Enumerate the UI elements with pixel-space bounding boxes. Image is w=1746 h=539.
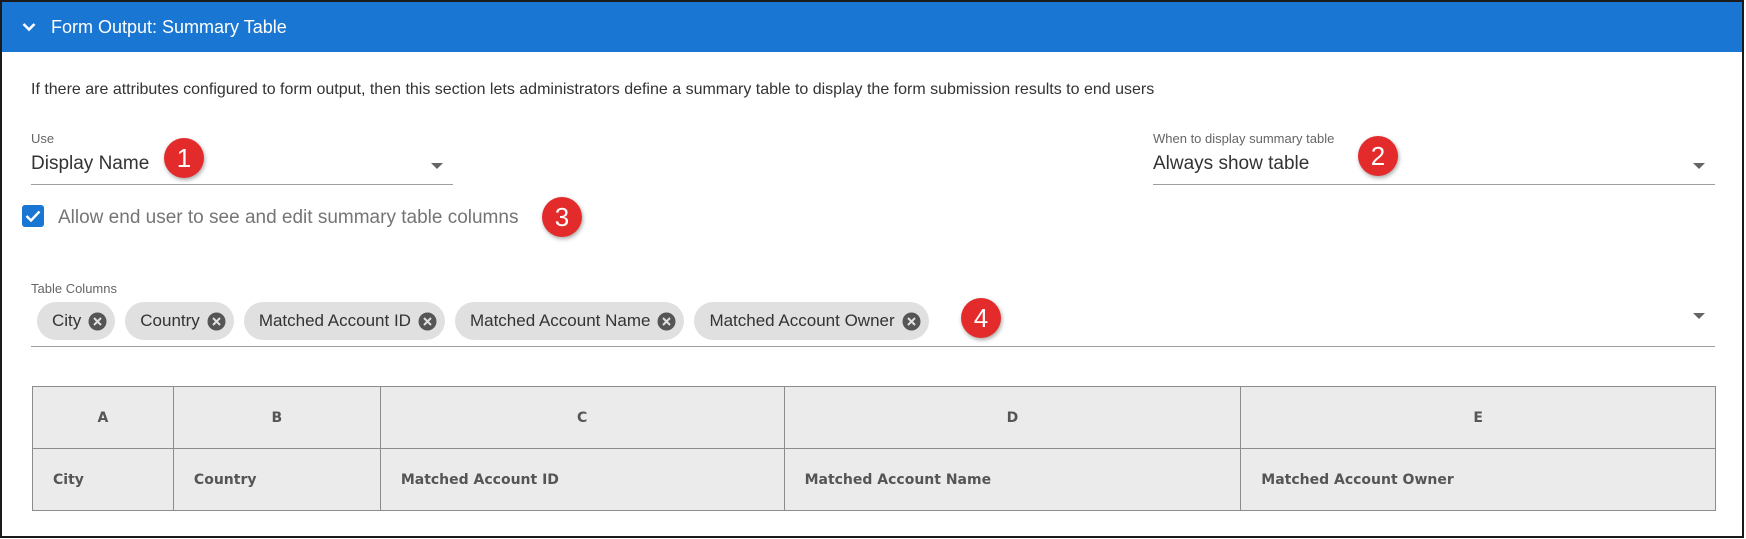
form-output-panel: Form Output: Summary Table If there are … <box>0 0 1744 538</box>
column-chips: City Country Matched Account ID Matched … <box>37 302 929 340</box>
edit-columns-checkbox[interactable] <box>22 205 44 227</box>
chip-matched-account-owner[interactable]: Matched Account Owner <box>694 302 929 340</box>
callout-badge-4: 4 <box>961 298 1001 338</box>
column-header[interactable]: D <box>783 386 1242 449</box>
close-circle-icon[interactable] <box>88 312 107 331</box>
table-cell: Matched Account Name <box>783 448 1242 511</box>
table-cell: City <box>32 448 174 511</box>
chevron-down-icon[interactable] <box>20 18 38 36</box>
use-field-label: Use <box>31 131 55 146</box>
section-title: Form Output: Summary Table <box>51 16 287 37</box>
checkmark-icon <box>25 210 41 223</box>
section-description: If there are attributes configured to fo… <box>31 81 1155 98</box>
chip-matched-account-name[interactable]: Matched Account Name <box>454 302 685 340</box>
close-circle-icon[interactable] <box>902 312 921 331</box>
table-cell: Matched Account ID <box>379 448 785 511</box>
table-header-row: A B C D E <box>32 386 1716 449</box>
table-columns-label: Table Columns <box>31 281 117 296</box>
column-header[interactable]: A <box>32 386 174 449</box>
close-circle-icon[interactable] <box>657 312 676 331</box>
caret-down-icon[interactable] <box>1693 163 1705 169</box>
display-field-value[interactable]: Always show table <box>1153 153 1309 175</box>
display-field-label: When to display summary table <box>1153 131 1335 146</box>
caret-down-icon[interactable] <box>431 163 443 169</box>
callout-badge-2: 2 <box>1358 136 1398 176</box>
callout-badge-3: 3 <box>542 197 582 237</box>
summary-table: A B C D E City Country Matched Account I… <box>32 386 1716 511</box>
chip-label: Matched Account ID <box>258 311 411 330</box>
chip-city[interactable]: City <box>37 302 116 340</box>
table-row: City Country Matched Account ID Matched … <box>32 448 1716 511</box>
chip-matched-account-id[interactable]: Matched Account ID <box>243 302 445 340</box>
table-cell: Matched Account Owner <box>1240 448 1716 511</box>
caret-down-icon[interactable] <box>1693 313 1705 319</box>
chip-country[interactable]: Country <box>125 302 234 340</box>
use-field-underline <box>31 184 453 185</box>
display-field-underline <box>1153 184 1715 185</box>
chip-label: Matched Account Owner <box>709 311 895 330</box>
close-circle-icon[interactable] <box>207 312 226 331</box>
use-field-value[interactable]: Display Name <box>31 153 149 175</box>
section-header[interactable]: Form Output: Summary Table <box>2 2 1742 52</box>
chip-label: Country <box>140 311 200 330</box>
edit-columns-label[interactable]: Allow end user to see and edit summary t… <box>58 207 518 229</box>
table-columns-underline <box>31 346 1715 347</box>
column-header[interactable]: B <box>172 386 381 449</box>
chip-label: City <box>52 311 82 330</box>
chip-label: Matched Account Name <box>469 311 651 330</box>
callout-badge-1: 1 <box>164 138 204 178</box>
close-circle-icon[interactable] <box>418 312 437 331</box>
column-header[interactable]: C <box>379 386 785 449</box>
column-header[interactable]: E <box>1240 386 1716 449</box>
table-cell: Country <box>172 448 381 511</box>
